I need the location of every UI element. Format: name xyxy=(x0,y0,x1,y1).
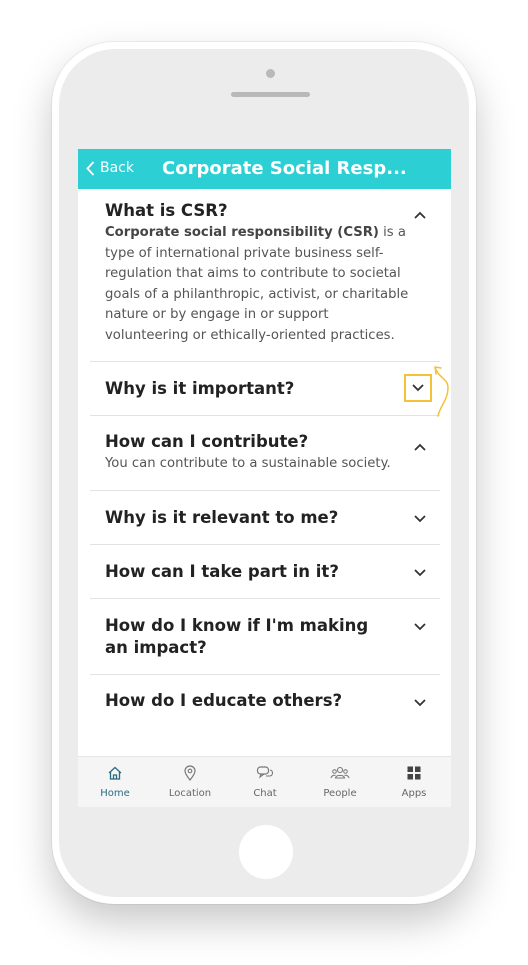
faq-question: How do I know if I'm making an impact? xyxy=(105,616,369,657)
faq-question: How can I contribute? xyxy=(105,432,309,451)
faq-item-impact[interactable]: How do I know if I'm making an impact? xyxy=(90,599,440,675)
tab-label: Location xyxy=(168,788,212,799)
header-bar: Back Corporate Social Resp... xyxy=(78,149,451,189)
faq-answer-bold: Corporate social responsibility (CSR) xyxy=(105,225,379,240)
faq-answer: You can contribute to a sustainable soci… xyxy=(105,456,391,471)
faq-item-how-contribute[interactable]: How can I contribute? You can contribute… xyxy=(90,416,440,491)
page-title: Corporate Social Resp... xyxy=(162,158,407,179)
back-label: Back xyxy=(100,160,134,176)
tab-location[interactable]: Location xyxy=(160,764,220,799)
faq-question: Why is it important? xyxy=(105,379,295,398)
tab-label: People xyxy=(323,788,357,799)
chevron-down-icon[interactable] xyxy=(410,617,430,637)
faq-question: How do I educate others? xyxy=(105,691,343,710)
camera xyxy=(266,69,275,78)
home-hardware-button[interactable] xyxy=(239,825,293,879)
faq-answer-text: is a type of international private busin… xyxy=(105,225,409,343)
hand-pointer-icon xyxy=(434,366,449,417)
faq-answer: Corporate social responsibility (CSR) is… xyxy=(105,223,415,346)
faq-item-take-part[interactable]: How can I take part in it? xyxy=(90,545,440,599)
tab-chat[interactable]: Chat xyxy=(235,764,295,799)
tab-label: Apps xyxy=(401,788,427,799)
tab-label: Home xyxy=(100,788,130,799)
back-button[interactable]: Back xyxy=(86,160,134,176)
faq-item-why-important[interactable]: Why is it important? xyxy=(90,362,440,416)
faq-question: How can I take part in it? xyxy=(105,562,339,581)
bottom-tab-bar: Home Location Chat People Apps xyxy=(78,756,451,807)
chevron-down-icon[interactable] xyxy=(410,563,430,583)
faq-question: Why is it relevant to me? xyxy=(105,508,339,527)
faq-question: What is CSR? xyxy=(105,201,228,220)
chevron-down-icon[interactable] xyxy=(404,374,432,402)
location-pin-icon xyxy=(160,764,220,782)
tab-people[interactable]: People xyxy=(310,764,370,799)
chevron-up-icon[interactable] xyxy=(410,205,430,225)
tab-home[interactable]: Home xyxy=(85,764,145,799)
apps-grid-icon xyxy=(384,764,444,782)
tab-label: Chat xyxy=(253,788,277,799)
faq-item-what-is-csr[interactable]: What is CSR? Corporate social responsibi… xyxy=(90,189,440,362)
app-screen: Back Corporate Social Resp... What is CS… xyxy=(78,149,451,807)
chevron-left-icon xyxy=(86,160,95,176)
home-icon xyxy=(85,764,145,782)
people-icon xyxy=(310,764,370,782)
chevron-down-icon[interactable] xyxy=(410,693,430,713)
tab-apps[interactable]: Apps xyxy=(384,764,444,799)
speaker xyxy=(231,92,310,97)
chat-icon xyxy=(235,764,295,782)
faq-item-why-relevant[interactable]: Why is it relevant to me? xyxy=(90,491,440,545)
chevron-down-icon[interactable] xyxy=(410,509,430,529)
faq-item-educate[interactable]: How do I educate others? xyxy=(90,675,440,729)
